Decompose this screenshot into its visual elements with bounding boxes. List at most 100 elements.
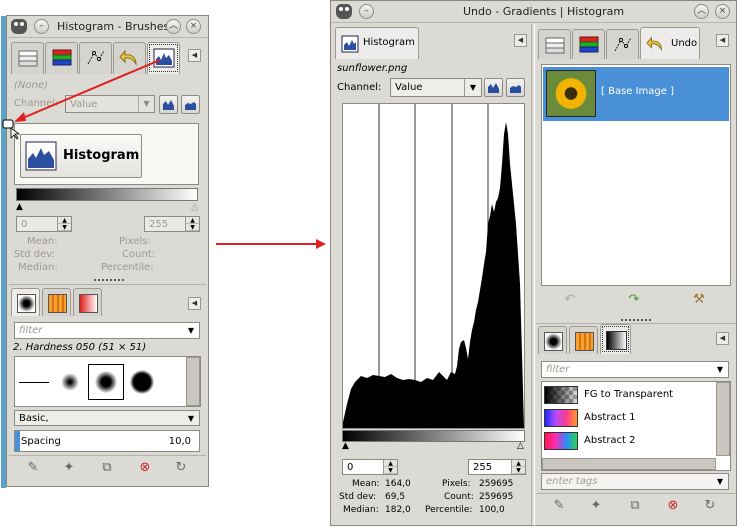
- gradient-item[interactable]: Abstract 1: [542, 407, 714, 429]
- stat-median-label: Median:: [343, 505, 379, 515]
- maximize-icon[interactable]: ︿: [694, 4, 709, 19]
- linear-scale-button[interactable]: [484, 78, 503, 97]
- pane-separator: [536, 323, 736, 324]
- channels-icon: [579, 36, 599, 53]
- stat-pixels-label: Pixels:: [442, 479, 471, 489]
- log-scale-button[interactable]: [506, 78, 525, 97]
- minimize-icon[interactable]: –: [359, 4, 374, 19]
- close-icon[interactable]: ×: [715, 4, 730, 19]
- new-icon[interactable]: ✦: [586, 496, 606, 516]
- pattern-icon: [575, 332, 594, 351]
- stat-mean-label: Mean:: [352, 479, 380, 489]
- range-high-input[interactable]: 255 ▲ ▼: [468, 459, 526, 475]
- refresh-icon[interactable]: ↻: [700, 496, 720, 516]
- tab-layers[interactable]: [538, 29, 571, 59]
- stat-median-value: 182,0: [385, 505, 411, 515]
- clear-icon[interactable]: ⚒: [689, 290, 709, 310]
- paths-icon: [614, 37, 632, 52]
- drag-arrow-line: [17, 59, 161, 121]
- channel-label: Channel:: [337, 82, 382, 93]
- gradient-item-label: FG to Transparent: [584, 389, 674, 400]
- pane-divider[interactable]: [531, 24, 535, 527]
- cursor-icon: [2, 119, 14, 129]
- gradient-filter-placeholder: filter: [546, 364, 570, 375]
- range-low-input[interactable]: 0 ▲ ▼: [342, 459, 398, 475]
- gradient-swatch: [544, 386, 578, 404]
- range-low-value: 0: [347, 462, 354, 473]
- undo-icon: [646, 36, 662, 52]
- undo-tab-menu-button[interactable]: ◀: [716, 34, 729, 47]
- stat-stddev-value: 69,5: [385, 492, 406, 502]
- gradient-tab-menu-button[interactable]: ◀: [716, 332, 729, 345]
- undo-tab-label: Undo: [671, 38, 698, 49]
- right-titlebar: – Undo - Gradients | Histogram ︿ ×: [331, 1, 736, 23]
- undo-item-selected[interactable]: [ Base Image ]: [543, 67, 729, 121]
- range-low-marker[interactable]: ▲: [342, 441, 349, 451]
- gradient-item[interactable]: FG to Transparent: [542, 384, 714, 406]
- gimp-icon: [336, 4, 352, 19]
- toolbar-separator: [536, 493, 736, 494]
- stat-count-label: Count:: [444, 492, 474, 502]
- tab-gradients[interactable]: [600, 324, 631, 354]
- tab-channels[interactable]: [572, 29, 605, 59]
- stat-pixels-value: 259695: [479, 479, 514, 489]
- delete-icon[interactable]: ⊗: [663, 496, 683, 516]
- drag-arrow-head: [14, 112, 26, 122]
- stat-percentile-value: 100,0: [479, 505, 505, 515]
- chevron-down-icon: ▼: [464, 79, 481, 96]
- gradient-scrollbar-horizontal[interactable]: [542, 458, 716, 470]
- tab-paths[interactable]: [606, 29, 639, 59]
- stat-count-value: 259695: [479, 492, 514, 502]
- range-high-spinner[interactable]: ▲ ▼: [511, 460, 525, 474]
- tab-patterns[interactable]: [569, 326, 598, 354]
- gradient-swatch: [544, 409, 578, 427]
- chevron-down-icon: ▼: [716, 477, 723, 486]
- sunflower-thumbnail: [546, 70, 596, 117]
- gradient-swatch: [544, 432, 578, 450]
- right-window-title: Undo - Gradients | Histogram: [463, 5, 625, 18]
- right-dock-window: – Undo - Gradients | Histogram ︿ × Histo…: [330, 0, 737, 527]
- stat-stddev-label: Std dev:: [339, 492, 376, 502]
- tab-histogram[interactable]: Histogram: [335, 27, 419, 59]
- histogram-icon: [341, 35, 359, 53]
- duplicate-icon[interactable]: ⧉: [625, 496, 645, 516]
- tags-input[interactable]: enter tags ▼: [541, 473, 729, 490]
- histogram-tab-menu-button[interactable]: ◀: [514, 34, 527, 47]
- histogram-plot: [343, 104, 524, 428]
- undo-history-list[interactable]: [ Base Image ]: [541, 64, 731, 286]
- histogram-bars: [343, 122, 524, 428]
- tags-placeholder: enter tags: [546, 476, 598, 487]
- histogram-view[interactable]: [342, 103, 525, 429]
- stat-percentile-label: Percentile:: [425, 505, 473, 515]
- undo-button[interactable]: ↶: [560, 290, 580, 310]
- pointer-icon: [10, 127, 21, 140]
- histogram-linear-icon: [488, 83, 499, 93]
- image-name: sunflower.png: [337, 63, 408, 74]
- range-low-spinner[interactable]: ▲ ▼: [383, 460, 397, 474]
- value-gradient-bar: [342, 430, 525, 442]
- tab-brushes[interactable]: [538, 326, 567, 354]
- channel-select-value: Value: [395, 82, 423, 93]
- gradient-list[interactable]: FG to Transparent Abstract 1 Abstract 2: [541, 381, 731, 471]
- gradient-item[interactable]: Abstract 2: [542, 430, 714, 452]
- edit-icon[interactable]: ✎: [549, 496, 569, 516]
- gradient-icon: [606, 331, 627, 350]
- undo-item-label: [ Base Image ]: [601, 86, 675, 97]
- gradient-filter-input[interactable]: filter ▼: [541, 361, 729, 378]
- transition-arrow-head: [316, 239, 326, 249]
- chevron-down-icon: ▼: [716, 365, 723, 374]
- range-high-value: 255: [473, 462, 493, 473]
- brush-icon: [544, 332, 563, 351]
- histogram-tab-label: Histogram: [363, 37, 415, 48]
- pane-resize-grip[interactable]: [621, 319, 651, 322]
- stat-mean-value: 164,0: [385, 479, 411, 489]
- gradient-scrollbar-vertical[interactable]: [716, 382, 730, 456]
- gradient-item-label: Abstract 2: [584, 435, 636, 446]
- range-high-marker[interactable]: △: [517, 441, 524, 451]
- tab-undo[interactable]: Undo: [640, 27, 700, 59]
- gradient-item-label: Abstract 1: [584, 412, 636, 423]
- layers-icon: [545, 37, 565, 54]
- channel-select[interactable]: Value ▼: [390, 78, 482, 97]
- redo-icon[interactable]: ↷: [624, 290, 644, 310]
- histogram-log-icon: [510, 85, 521, 93]
